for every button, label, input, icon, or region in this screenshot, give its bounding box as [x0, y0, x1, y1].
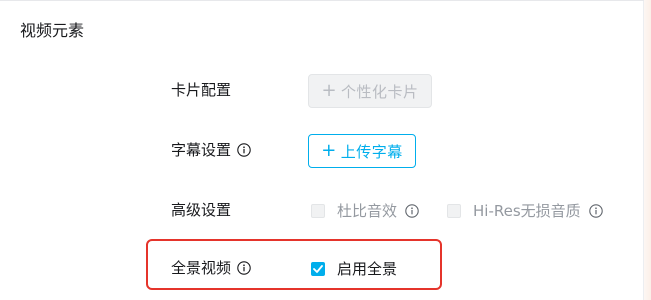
upload-subtitle-button-label: 上传字幕 — [340, 142, 403, 161]
panorama-video-label-text: 全景视频 — [171, 259, 232, 277]
checkbox-box[interactable] — [311, 203, 325, 218]
advanced-settings-label-text: 高级设置 — [171, 201, 232, 219]
hires-audio-checkbox[interactable]: Hi-Res无损音质 — [447, 200, 603, 221]
hires-audio-label: Hi-Res无损音质 — [473, 202, 581, 220]
dolby-audio-label: 杜比音效 — [337, 202, 398, 220]
dolby-audio-checkbox[interactable]: 杜比音效 — [311, 200, 419, 221]
section-title: 视频元素 — [20, 21, 85, 40]
checkmark-icon — [313, 264, 323, 273]
checkbox-checked[interactable] — [311, 261, 325, 276]
info-icon[interactable] — [405, 203, 419, 218]
enable-panorama-checkbox[interactable]: 启用全景 — [311, 258, 397, 279]
plus-icon: + — [321, 140, 337, 161]
personalized-card-button-label: 个性化卡片 — [341, 82, 419, 101]
page-edge — [644, 0, 651, 300]
enable-panorama-label: 启用全景 — [337, 260, 398, 278]
personalized-card-button[interactable]: + 个性化卡片 — [308, 74, 432, 108]
info-icon[interactable] — [237, 143, 251, 157]
subtitle-settings-label-text: 字幕设置 — [171, 141, 232, 159]
info-icon[interactable] — [588, 203, 603, 218]
upload-subtitle-button[interactable]: + 上传字幕 — [308, 134, 416, 168]
plus-icon: + — [321, 80, 338, 101]
checkbox-box[interactable] — [447, 203, 461, 218]
card-config-label-text: 卡片配置 — [171, 81, 232, 99]
subtitle-settings-label: 字幕设置 — [171, 139, 251, 161]
info-icon[interactable] — [237, 261, 251, 275]
panorama-video-label: 全景视频 — [171, 257, 251, 279]
advanced-settings-label: 高级设置 — [171, 199, 231, 221]
video-elements-card: 视频元素 卡片配置 + 个性化卡片 字幕设置 + 上传字幕 高级设置 杜比音效 — [0, 1, 644, 300]
card-config-label: 卡片配置 — [171, 79, 231, 101]
